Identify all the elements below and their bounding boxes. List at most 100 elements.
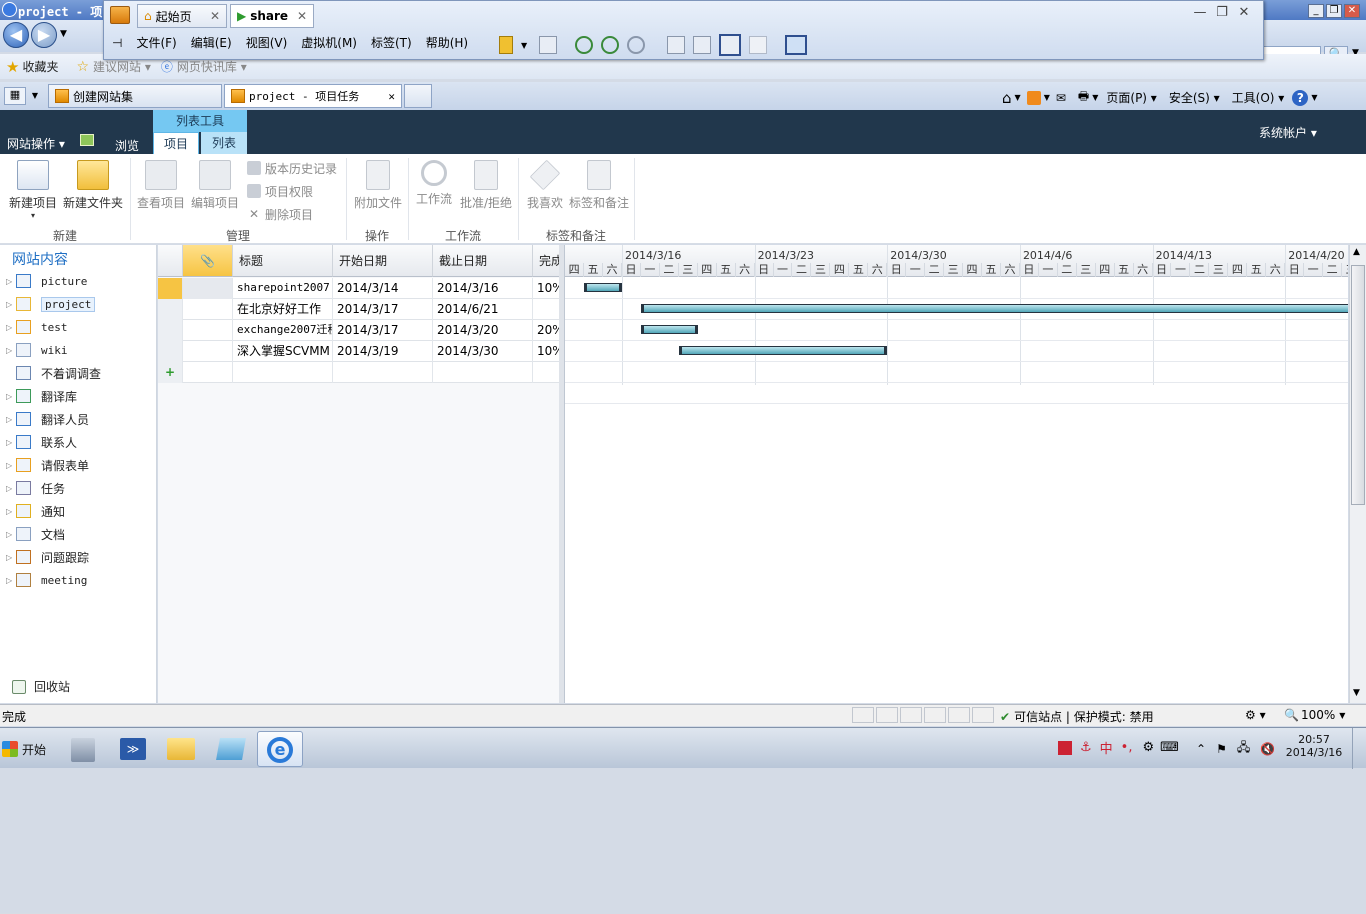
close-icon[interactable]: ✕ — [1344, 4, 1360, 18]
home-icon[interactable]: ⌂ — [1002, 89, 1012, 107]
version-history-button[interactable]: 版本历史记录 — [247, 157, 337, 179]
system-clock[interactable]: 20:57 2014/3/16 — [1284, 733, 1344, 759]
table-row[interactable]: exchange2007迁移2014/3/172014/3/2020% — [158, 320, 560, 341]
add-row-button[interactable]: + — [158, 362, 183, 383]
explorer-taskbar-icon[interactable] — [158, 731, 204, 767]
browser-tab-project[interactable]: project - 项目任务 ✕ — [224, 84, 402, 108]
vm-app-icon[interactable] — [110, 6, 130, 24]
power-icon[interactable] — [499, 36, 513, 54]
quick-launch-item[interactable]: ▷ 请假表单 — [6, 455, 89, 475]
cell-due[interactable]: 2014/3/20 — [433, 320, 533, 341]
zoom-level[interactable]: 🔍 100% ▼ — [1284, 708, 1345, 722]
table-row[interactable]: 深入掌握SCVMM2014/3/192014/3/3010% — [158, 341, 560, 362]
close-icon[interactable]: ✕ — [1233, 5, 1255, 20]
volume-muted-icon[interactable]: 🔇 — [1260, 742, 1275, 756]
quick-launch-item[interactable]: ▷ 联系人 — [6, 432, 77, 452]
table-row[interactable]: sharepoint2007 i2014/3/142014/3/1610% — [158, 278, 560, 299]
safety-menu[interactable]: 安全(S) ▾ — [1169, 89, 1220, 106]
cell-title[interactable]: 在北京好好工作 — [233, 299, 333, 320]
cell-start[interactable]: 2014/3/17 — [333, 299, 433, 320]
quick-launch-item[interactable]: ▷ 翻译库 — [6, 386, 77, 406]
tab-list-dropdown-icon[interactable]: ▼ — [28, 87, 42, 105]
column-header-title[interactable]: 标题 — [233, 245, 333, 277]
print-icon[interactable]: 🖶 — [1078, 87, 1089, 108]
gantt-task-bar[interactable] — [678, 346, 888, 355]
feeds-icon[interactable] — [1026, 90, 1041, 105]
expand-icon[interactable]: ▷ — [6, 553, 14, 562]
cell-due[interactable]: 2014/6/21 — [433, 299, 533, 320]
cell-pct[interactable] — [533, 362, 560, 383]
minimize-icon[interactable]: — — [1189, 5, 1211, 20]
suggested-sites-link[interactable]: 建议网站 ▾ — [93, 58, 151, 75]
protected-mode-icon[interactable]: ⚙ ▾ — [1245, 708, 1266, 722]
powershell-taskbar-icon[interactable]: ≫ — [110, 731, 156, 767]
server-manager-taskbar-icon[interactable] — [60, 731, 106, 767]
expand-icon[interactable]: ▷ — [6, 300, 14, 309]
show-desktop-button[interactable] — [1352, 728, 1366, 769]
ie-taskbar-icon[interactable]: e — [257, 731, 303, 767]
cell-pct[interactable] — [533, 299, 560, 320]
pane-splitter[interactable] — [559, 245, 564, 703]
close-tab-icon[interactable]: ✕ — [297, 9, 307, 23]
quick-launch-item[interactable]: 不着调调查 — [6, 363, 101, 383]
forward-button[interactable]: ▶ — [31, 22, 57, 48]
cell-title[interactable]: sharepoint2007 i — [233, 278, 333, 299]
user-menu[interactable]: 系统帐户 ▾ — [1259, 124, 1317, 141]
add-favorite-icon[interactable]: ☆ — [76, 59, 89, 75]
hyperv-taskbar-icon[interactable] — [208, 731, 254, 767]
minimize-icon[interactable]: _ — [1308, 4, 1324, 18]
new-tab-button[interactable] — [404, 84, 432, 108]
snapshot-icon[interactable] — [575, 36, 594, 54]
gantt-task-bar[interactable] — [640, 325, 698, 334]
tools-menu[interactable]: 工具(O) ▾ — [1232, 89, 1285, 106]
help-icon[interactable]: ? — [1292, 89, 1309, 106]
gantt-task-bar[interactable] — [640, 304, 1348, 313]
expand-icon[interactable]: ▷ — [6, 507, 14, 516]
unpin-icon[interactable]: ⊣ — [112, 36, 122, 50]
action-center-flag-icon[interactable]: ⚑ — [1216, 742, 1227, 756]
ribbon-tab-items[interactable]: 项目 — [153, 132, 199, 154]
quick-launch-item[interactable]: ▷ 文档 — [6, 524, 65, 544]
expand-icon[interactable]: ▷ — [6, 530, 14, 539]
column-header-due-date[interactable]: 截止日期 — [433, 245, 533, 277]
cell-start[interactable]: 2014/3/14 — [333, 278, 433, 299]
row-selector[interactable] — [158, 341, 183, 362]
delete-item-button[interactable]: ✕ 删除项目 — [247, 203, 313, 225]
quick-launch-item[interactable]: ▷ 任务 — [6, 478, 65, 498]
add-row[interactable]: + — [158, 362, 560, 383]
back-button[interactable]: ◀ — [3, 22, 29, 48]
quick-launch-item[interactable]: ▷ meeting — [6, 570, 87, 590]
expand-icon[interactable]: ▷ — [6, 277, 14, 286]
maximize-icon[interactable]: ❐ — [1211, 5, 1233, 20]
quick-launch-item[interactable]: ▷ test — [6, 317, 68, 337]
menu-tabs[interactable]: 标签(T) — [371, 34, 412, 51]
menu-vm[interactable]: 虚拟机(M) — [301, 34, 357, 51]
approve-reject-button[interactable]: 批准/拒绝 — [457, 160, 515, 211]
ribbon-tab-list[interactable]: 列表 — [201, 132, 247, 154]
quick-launch-item[interactable]: ▷ 问题跟踪 — [6, 547, 89, 567]
column-header-start-date[interactable]: 开始日期 — [333, 245, 433, 277]
view-item-button[interactable]: 查看项目 — [134, 160, 188, 211]
read-mail-icon[interactable]: ✉ — [1056, 91, 1066, 105]
menu-view[interactable]: 视图(V) — [246, 34, 288, 51]
attachment-cell[interactable] — [183, 362, 233, 383]
cell-due[interactable]: 2014/3/16 — [433, 278, 533, 299]
fullscreen-icon[interactable] — [719, 34, 742, 56]
security-zone[interactable]: ✔ 可信站点 | 保护模式: 禁用 — [1000, 708, 1154, 725]
table-row[interactable]: 在北京好好工作 2014/3/17 2014/6/21 — [158, 299, 560, 320]
edit-item-button[interactable]: 编辑项目 — [188, 160, 242, 211]
new-folder-button[interactable]: 新建文件夹 — [62, 160, 124, 211]
snapshot-manager-icon[interactable] — [627, 36, 646, 54]
menu-help[interactable]: 帮助(H) — [426, 34, 468, 51]
quick-launch-item[interactable]: ▷ 翻译人员 — [6, 409, 89, 429]
cell-pct[interactable]: 10% — [533, 278, 560, 299]
cell-start[interactable] — [333, 362, 433, 383]
vertical-scrollbar[interactable]: ▲ ▼ — [1349, 245, 1366, 703]
attach-file-button[interactable]: 附加文件 — [350, 160, 406, 211]
web-slice-gallery-link[interactable]: 网页快讯库 ▾ — [177, 58, 247, 75]
quick-launch-item[interactable]: ▷ 通知 — [6, 501, 65, 521]
browse-tab[interactable]: 浏览 — [115, 137, 139, 154]
gantt-task-bar[interactable] — [584, 283, 622, 292]
site-actions-menu[interactable]: 网站操作 ▾ — [7, 135, 65, 152]
cell-pct[interactable]: 20% — [533, 320, 560, 341]
